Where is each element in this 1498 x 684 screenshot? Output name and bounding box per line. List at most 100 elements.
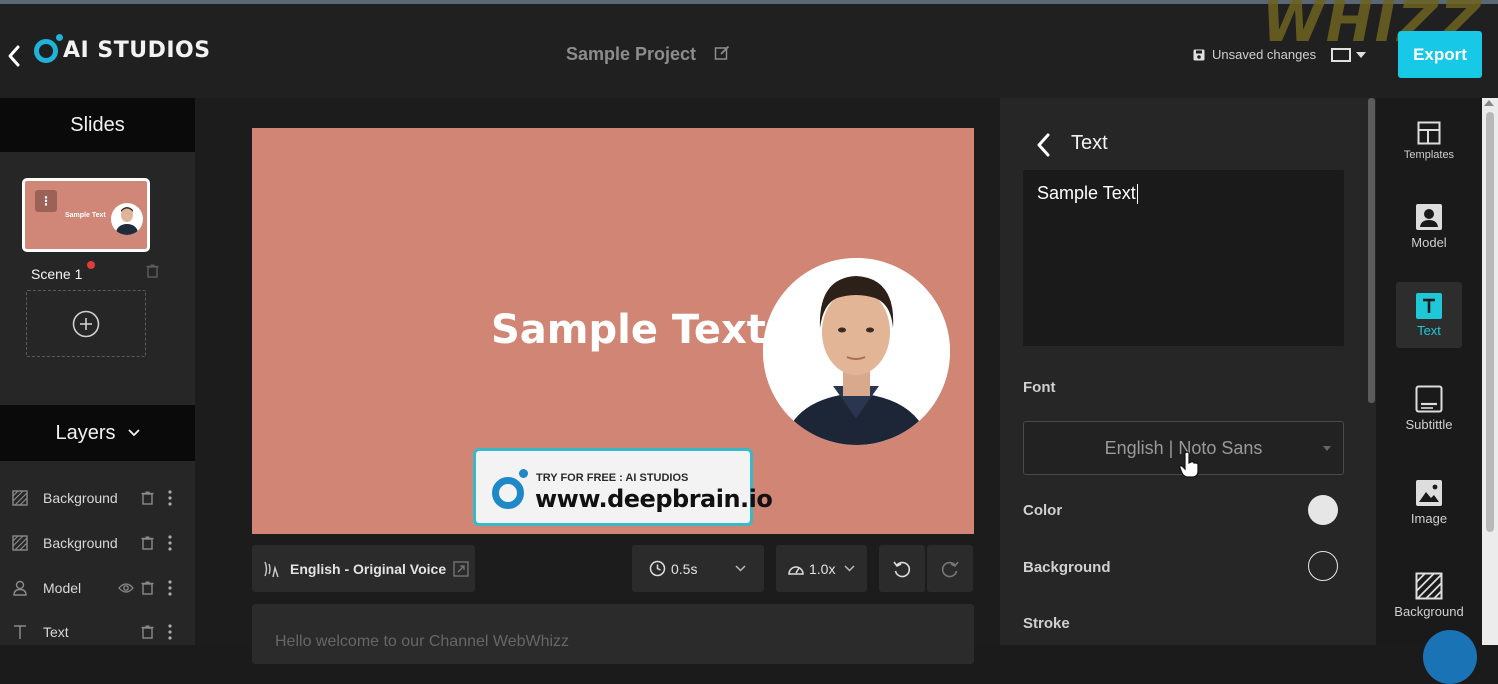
- add-scene-button[interactable]: [26, 290, 146, 357]
- person-icon: [13, 580, 27, 596]
- chevron-down-icon[interactable]: [844, 565, 855, 572]
- back-arrow-icon[interactable]: [6, 44, 22, 68]
- voice-label: English - Original Voice: [290, 560, 447, 577]
- color-label: Color: [1023, 502, 1063, 519]
- layers-title: Layers: [55, 421, 116, 444]
- save-icon: [1193, 49, 1205, 61]
- brand-name: AI STUDIOS: [63, 38, 211, 63]
- promo-url: www.deepbrain.io: [535, 485, 773, 513]
- script-text: Hello welcome to our Channel WebWhizz: [275, 633, 570, 650]
- help-chat-button[interactable]: [1423, 630, 1477, 684]
- export-button[interactable]: Export: [1398, 31, 1482, 78]
- layer-label: Background: [43, 490, 118, 506]
- speedometer-icon: [788, 565, 804, 575]
- hand-cursor-icon: [1179, 451, 1199, 478]
- font-label: Font: [1023, 379, 1056, 396]
- layer-item[interactable]: Background: [0, 523, 195, 563]
- layer-item[interactable]: Model: [0, 568, 195, 608]
- tool-subtitle[interactable]: Subtittle: [1376, 385, 1482, 455]
- tool-image[interactable]: Image: [1376, 479, 1482, 549]
- app-header: AI STUDIOS Sample Project WHIZZ Unsaved …: [0, 0, 1498, 98]
- brand-logo[interactable]: AI STUDIOS: [34, 38, 211, 63]
- thumbnail-text: Sample Text: [65, 212, 106, 219]
- promo-logo-icon: [492, 477, 524, 509]
- thumbnail-avatar: [111, 203, 143, 235]
- tool-label: Templates: [1403, 149, 1455, 161]
- tool-text[interactable]: Text: [1376, 293, 1482, 363]
- subtitle-icon: [1415, 385, 1443, 413]
- trash-icon[interactable]: [146, 264, 159, 278]
- dropdown-caret-icon: [1323, 446, 1331, 451]
- project-title[interactable]: Sample Project: [566, 44, 696, 65]
- tool-label: Image: [1410, 511, 1448, 526]
- trash-icon[interactable]: [141, 491, 154, 505]
- trash-icon[interactable]: [141, 536, 154, 550]
- kebab-menu-icon[interactable]: [168, 624, 172, 640]
- scene-thumbnail[interactable]: ⋮ Sample Text: [22, 178, 150, 252]
- chevron-down-icon: [127, 429, 140, 437]
- tool-label: Model: [1411, 235, 1447, 250]
- stroke-label: Stroke: [1023, 615, 1070, 632]
- tool-label: Text: [1417, 323, 1441, 338]
- hatch-icon: [12, 535, 28, 551]
- layers-header[interactable]: Layers: [0, 405, 195, 461]
- tool-model[interactable]: Model: [1376, 203, 1482, 273]
- speed-control[interactable]: 1.0x: [776, 545, 867, 592]
- chevron-down-icon[interactable]: [735, 565, 746, 572]
- layer-label: Text: [43, 624, 69, 640]
- properties-scrollbar[interactable]: [1368, 98, 1375, 403]
- kebab-menu-icon[interactable]: [168, 490, 172, 506]
- layer-label: Background: [43, 535, 118, 551]
- layer-label: Model: [43, 580, 82, 596]
- text-content-input[interactable]: Sample Text: [1023, 170, 1344, 346]
- undo-icon: [893, 561, 911, 577]
- logo-ring-icon: [34, 38, 58, 63]
- page-scrollbar-thumb[interactable]: [1486, 112, 1494, 532]
- scroll-up-arrow-icon[interactable]: [1484, 100, 1494, 106]
- image-icon: [1416, 480, 1442, 506]
- background-swatch[interactable]: [1308, 551, 1338, 581]
- clock-icon: [649, 560, 666, 577]
- external-link-icon[interactable]: [453, 560, 469, 577]
- text-t-icon: [14, 625, 26, 639]
- layer-item[interactable]: Text: [0, 612, 195, 652]
- pause-value: 0.5s: [671, 560, 698, 577]
- trash-icon[interactable]: [141, 625, 154, 639]
- aspect-ratio-dropdown-icon[interactable]: [1331, 48, 1369, 62]
- slide-text[interactable]: Sample Text: [491, 307, 766, 353]
- redo-icon: [941, 561, 959, 577]
- tool-label: Background: [1394, 604, 1464, 619]
- kebab-menu-icon[interactable]: ⋮: [35, 190, 57, 212]
- slide-stage[interactable]: Sample Text TRY FOR FREE : AI STUDIOS ww…: [252, 128, 974, 534]
- promo-logo-dot-icon: [519, 469, 528, 478]
- redo-button[interactable]: [927, 545, 973, 592]
- promo-tagline: TRY FOR FREE : AI STUDIOS: [536, 472, 689, 484]
- trash-icon[interactable]: [141, 581, 154, 595]
- background-label: Background: [1023, 559, 1111, 576]
- model-icon: [1416, 204, 1442, 230]
- slides-header: Slides: [0, 98, 195, 152]
- tool-templates[interactable]: Templates: [1376, 121, 1482, 191]
- pause-duration-control[interactable]: 0.5s: [632, 545, 764, 592]
- tool-label: Subtittle: [1405, 417, 1453, 432]
- undo-button[interactable]: [879, 545, 925, 592]
- voice-wave-icon: [264, 561, 279, 577]
- hatch-icon: [12, 490, 28, 506]
- kebab-menu-icon[interactable]: [168, 580, 172, 596]
- kebab-menu-icon[interactable]: [168, 535, 172, 551]
- logo-dot-icon: [56, 34, 63, 41]
- text-input-value: Sample Text: [1037, 183, 1138, 205]
- back-chevron-icon[interactable]: [1036, 133, 1050, 157]
- scene-label[interactable]: Scene 1: [31, 266, 82, 282]
- speed-value: 1.0x: [809, 560, 836, 577]
- eye-icon[interactable]: [118, 582, 134, 594]
- edit-icon[interactable]: [714, 45, 730, 61]
- model-avatar[interactable]: [763, 258, 950, 445]
- color-swatch[interactable]: [1308, 495, 1338, 525]
- tool-background[interactable]: Background: [1376, 572, 1482, 642]
- voice-selector[interactable]: English - Original Voice: [252, 545, 475, 592]
- layer-item[interactable]: Background: [0, 478, 195, 518]
- unsaved-status: Unsaved changes: [1212, 47, 1317, 62]
- script-editor[interactable]: Hello welcome to our Channel WebWhizz: [252, 604, 974, 664]
- promo-banner[interactable]: TRY FOR FREE : AI STUDIOS www.deepbrain.…: [473, 448, 773, 526]
